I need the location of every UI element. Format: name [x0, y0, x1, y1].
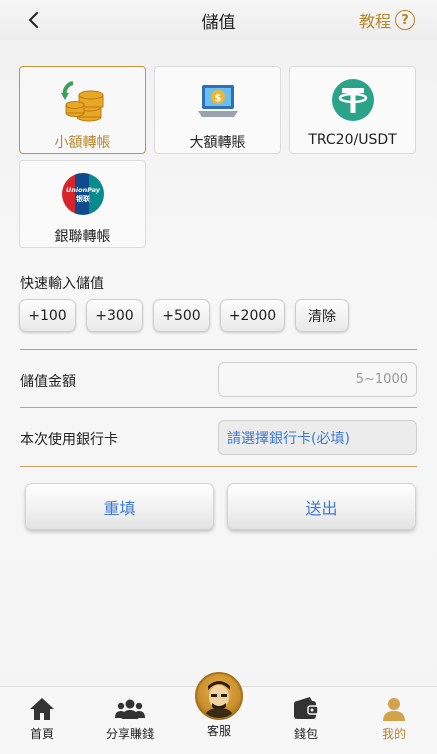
back-button[interactable]	[22, 8, 46, 32]
tab-share-earn[interactable]: 分享賺錢	[90, 687, 170, 754]
quick-input-label: 快速輸入儲值	[20, 276, 104, 292]
clear-button[interactable]: 清除	[295, 299, 349, 332]
quick-chip-300[interactable]: +300	[86, 299, 143, 332]
coins-icon	[59, 77, 107, 123]
page-title: 儲值	[201, 12, 236, 33]
laptop-dollar-icon: $	[194, 77, 242, 123]
bank-card-label: 本次使用銀行卡	[20, 432, 118, 448]
question-circle-icon: ?	[395, 10, 415, 30]
amount-input[interactable]	[219, 363, 416, 396]
unionpay-logo-subtext: 银联	[76, 194, 91, 203]
method-label: 大額轉賬	[189, 135, 246, 151]
tab-label: 錢包	[293, 727, 318, 741]
method-label: TRC20/USDT	[308, 132, 397, 148]
tether-icon	[329, 77, 377, 123]
reset-button[interactable]: 重填	[25, 483, 214, 530]
quick-chip-2000[interactable]: +2000	[220, 299, 285, 332]
method-trc20-usdt[interactable]: TRC20/USDT	[289, 66, 416, 154]
method-small-transfer[interactable]: 小額轉帳	[19, 66, 146, 154]
customer-service-avatar-icon[interactable]	[195, 672, 243, 720]
bank-card-select[interactable]: 請選擇銀行卡(必填)	[218, 420, 417, 455]
tab-wallet[interactable]: 錢包	[266, 687, 346, 754]
method-unionpay[interactable]: UnionPay 银联 銀聯轉帳	[19, 160, 146, 248]
tab-label: 首頁	[29, 727, 54, 741]
tab-home[interactable]: 首頁	[2, 687, 82, 754]
user-icon	[379, 695, 409, 723]
method-label: 小額轉帳	[54, 135, 111, 151]
people-icon	[115, 695, 145, 723]
unionpay-logo-text: UnionPay	[66, 186, 101, 194]
tab-label: 分享賺錢	[105, 727, 154, 741]
tutorial-button[interactable]: 教程 ?	[359, 8, 415, 32]
tab-customer-service-label[interactable]: 客服	[195, 722, 243, 739]
submit-button[interactable]: 送出	[227, 483, 416, 530]
divider	[20, 349, 417, 350]
top-bar: 儲值 教程 ?	[0, 0, 437, 40]
tutorial-label: 教程	[358, 12, 391, 31]
method-label: 銀聯轉帳	[54, 229, 111, 245]
divider	[20, 466, 417, 467]
chevron-left-icon	[28, 12, 38, 28]
divider	[20, 407, 417, 408]
svg-text:$: $	[214, 93, 221, 104]
tab-mine[interactable]: 我的	[354, 687, 434, 754]
tab-label: 我的	[381, 727, 406, 741]
method-large-transfer[interactable]: $ 大額轉賬	[154, 66, 281, 154]
quick-chip-100[interactable]: +100	[19, 299, 76, 332]
home-icon	[27, 695, 57, 723]
quick-chip-500[interactable]: +500	[153, 299, 210, 332]
wallet-icon	[291, 695, 321, 723]
amount-label: 儲值金額	[20, 374, 76, 390]
unionpay-icon: UnionPay 银联	[59, 171, 107, 217]
amount-field	[218, 362, 417, 397]
